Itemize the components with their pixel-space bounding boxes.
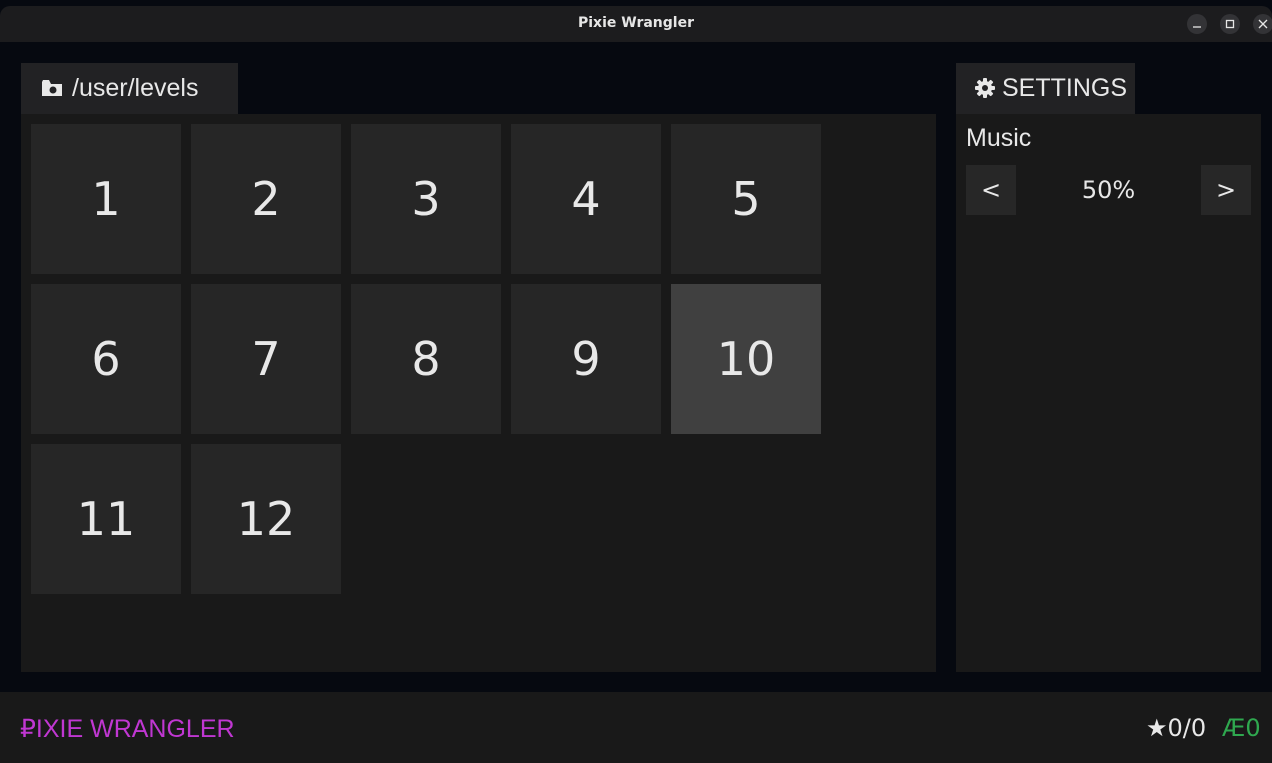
maximize-button[interactable] (1220, 14, 1240, 34)
level-tile-6[interactable]: 6 (31, 284, 181, 434)
brand-logo: ₽IXIE WRANGLER (20, 715, 235, 743)
gear-icon (975, 78, 995, 98)
level-tile-2[interactable]: 2 (191, 124, 341, 274)
levels-path-label: /user/levels (72, 74, 199, 102)
window-title: Pixie Wrangler (578, 15, 694, 31)
music-increase-button[interactable]: > (1201, 165, 1251, 215)
music-volume-value: 50% (1081, 176, 1136, 204)
level-tile-1[interactable]: 1 (31, 124, 181, 274)
level-grid: 1 2 3 4 5 6 7 8 9 10 11 12 (21, 114, 936, 672)
close-icon (1258, 19, 1268, 29)
level-tile-7[interactable]: 7 (191, 284, 341, 434)
main-content: /user/levels 1 2 3 4 5 6 7 8 9 10 11 12 (0, 42, 1272, 692)
minimize-icon (1193, 26, 1201, 28)
music-label: Music (966, 124, 1032, 152)
star-count: ★0/0 (1146, 714, 1207, 742)
settings-tab[interactable]: SETTINGS (956, 63, 1135, 114)
minimize-button[interactable] (1187, 14, 1207, 34)
level-tile-9[interactable]: 9 (511, 284, 661, 434)
close-button[interactable] (1253, 14, 1272, 34)
maximize-icon (1225, 19, 1235, 29)
app-window: Pixie Wrangler /user/levels 1 2 3 4 5 6 … (0, 0, 1272, 763)
level-tile-10[interactable]: 10 (671, 284, 821, 434)
status-bar: ₽IXIE WRANGLER ★0/0 Æ0 (0, 692, 1272, 763)
folder-icon (42, 80, 62, 96)
level-tile-4[interactable]: 4 (511, 124, 661, 274)
level-tile-8[interactable]: 8 (351, 284, 501, 434)
level-tile-11[interactable]: 11 (31, 444, 181, 594)
coin-count: Æ0 (1222, 714, 1261, 742)
levels-path-tab[interactable]: /user/levels (21, 63, 238, 114)
title-bar[interactable]: Pixie Wrangler (0, 6, 1272, 42)
settings-tab-label: SETTINGS (1002, 74, 1128, 102)
settings-panel: Music < 50% > (956, 114, 1261, 672)
level-tile-12[interactable]: 12 (191, 444, 341, 594)
music-decrease-button[interactable]: < (966, 165, 1016, 215)
level-tile-5[interactable]: 5 (671, 124, 821, 274)
level-tile-3[interactable]: 3 (351, 124, 501, 274)
